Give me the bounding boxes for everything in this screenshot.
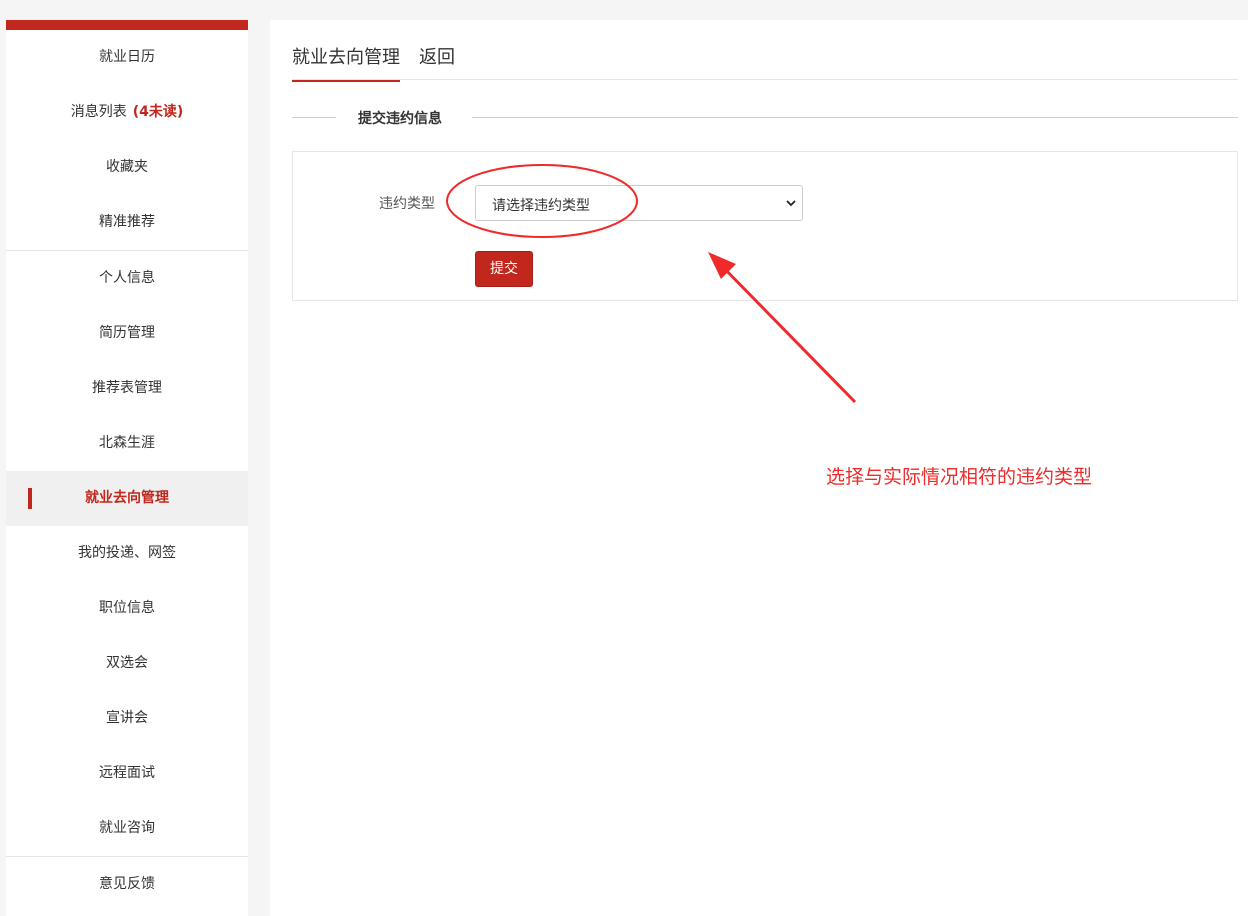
tab-bar: 就业去向管理 返回 [292, 20, 1238, 82]
sidebar-item-recommendations[interactable]: 精准推荐 [6, 195, 248, 250]
violation-form: 违约类型 请选择违约类型 提交 [292, 151, 1238, 301]
back-link[interactable]: 返回 [419, 43, 455, 80]
sidebar-item-label: 收藏夹 [106, 159, 148, 175]
chevron-down-icon [786, 200, 796, 207]
sidebar-item-label: 就业去向管理 [85, 490, 169, 506]
sidebar-nav: 就业日历 消息列表 (4未读) 收藏夹 精准推荐 个人信息 简历管理 推荐表管理 … [6, 30, 248, 912]
sidebar-item-label: 个人信息 [99, 270, 155, 286]
sidebar-item-label: 消息列表 [70, 104, 127, 120]
sidebar-item-label: 双选会 [106, 655, 148, 671]
sidebar-item-label: 简历管理 [99, 325, 155, 341]
sidebar-item-presentation[interactable]: 宣讲会 [6, 691, 248, 746]
sidebar-item-job-fair[interactable]: 双选会 [6, 636, 248, 691]
select-value: 请选择违约类型 [492, 198, 590, 214]
sidebar-item-job-info[interactable]: 职位信息 [6, 581, 248, 636]
sidebar: 就业日历 消息列表 (4未读) 收藏夹 精准推荐 个人信息 简历管理 推荐表管理 … [6, 20, 248, 916]
sidebar-item-label: 就业日历 [99, 49, 155, 65]
sidebar-item-label: 推荐表管理 [92, 380, 162, 396]
sidebar-item-remote-interview[interactable]: 远程面试 [6, 746, 248, 801]
violation-type-select[interactable]: 请选择违约类型 [475, 185, 803, 221]
sidebar-top-accent-bar [6, 20, 248, 30]
annotation-text: 选择与实际情况相符的违约类型 [826, 466, 1093, 488]
sidebar-item-employment-consulting[interactable]: 就业咨询 [6, 801, 248, 856]
divider-line [472, 117, 1238, 118]
sidebar-item-label: 就业咨询 [99, 820, 155, 836]
sidebar-item-label: 精准推荐 [99, 214, 155, 230]
sidebar-item-personal-info[interactable]: 个人信息 [6, 251, 248, 306]
main-content: 就业去向管理 返回 提交违约信息 违约类型 请选择违约类型 提交 [270, 20, 1248, 916]
sidebar-item-label: 宣讲会 [106, 710, 148, 726]
sidebar-item-recommendation-form[interactable]: 推荐表管理 [6, 361, 248, 416]
sidebar-item-resume[interactable]: 简历管理 [6, 306, 248, 361]
sidebar-item-message-list[interactable]: 消息列表 (4未读) [6, 85, 248, 140]
sidebar-item-applications-contracts[interactable]: 我的投递、网签 [6, 526, 248, 581]
sidebar-item-label: 我的投递、网签 [78, 545, 176, 561]
tab-employment-destination[interactable]: 就业去向管理 [292, 43, 400, 82]
sidebar-item-beisen-career[interactable]: 北森生涯 [6, 416, 248, 471]
violation-type-label: 违约类型 [379, 196, 435, 212]
unread-badge: (4未读) [132, 104, 184, 120]
sidebar-item-label: 意见反馈 [99, 876, 155, 892]
submit-button[interactable]: 提交 [475, 251, 533, 287]
divider-line [292, 117, 336, 118]
sidebar-item-label: 北森生涯 [99, 435, 155, 451]
section-heading: 提交违约信息 [292, 108, 1238, 128]
sidebar-item-employment-destination[interactable]: 就业去向管理 [6, 471, 248, 526]
sidebar-item-employment-calendar[interactable]: 就业日历 [6, 30, 248, 85]
section-title: 提交违约信息 [358, 111, 442, 127]
sidebar-item-favorites[interactable]: 收藏夹 [6, 140, 248, 195]
sidebar-item-label: 远程面试 [99, 765, 155, 781]
sidebar-item-label: 职位信息 [99, 600, 155, 616]
sidebar-item-feedback[interactable]: 意见反馈 [6, 857, 248, 912]
